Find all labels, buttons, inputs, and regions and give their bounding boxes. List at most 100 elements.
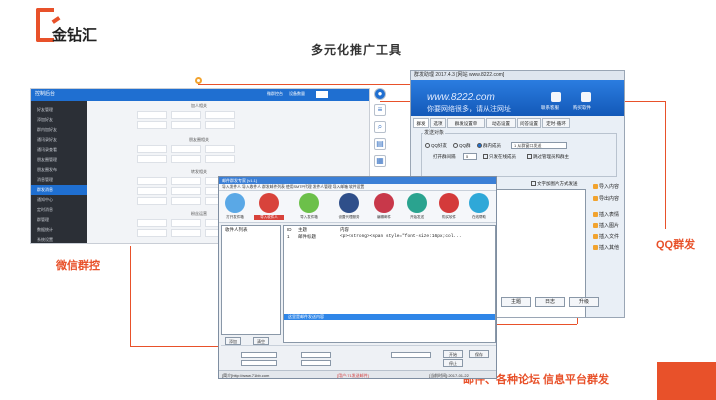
sidebar-item[interactable]: 系统设置 xyxy=(31,235,87,243)
top-link[interactable]: 微群控台 xyxy=(267,91,283,97)
login-button[interactable] xyxy=(316,91,328,98)
clear-button[interactable]: 清空 xyxy=(253,337,269,345)
feature-cell[interactable] xyxy=(171,145,201,153)
row-content[interactable]: <p><strong><span style="font-size:16px;c… xyxy=(340,234,462,239)
add-button[interactable]: 添加 xyxy=(225,337,241,345)
interval-input[interactable]: 5 xyxy=(463,153,477,160)
service-label[interactable]: 联系客服 xyxy=(541,105,559,111)
insert-file-button[interactable]: 插入文件 xyxy=(593,233,619,240)
feature-cell[interactable] xyxy=(171,187,201,195)
cart-icon[interactable] xyxy=(439,193,459,213)
insert-other-button[interactable]: 插入其他 xyxy=(593,244,619,251)
tab-dynamic[interactable]: 动态设置 xyxy=(486,118,516,128)
check-skip-admin[interactable]: 跳过管理员和群主 xyxy=(527,154,569,160)
menu-bar[interactable]: 导入发件人 导入收件人 群发邮件列表 使用SMTP代理 发件人管理 导入邮箱 软… xyxy=(219,184,496,191)
save-button[interactable]: 保存 xyxy=(469,350,489,358)
sidebar-item[interactable]: 群管理 xyxy=(31,215,87,225)
feature-cell[interactable] xyxy=(137,111,167,119)
radio-qq-friend[interactable]: QQ好友 xyxy=(425,143,447,149)
radio-qq-group[interactable]: QQ群 xyxy=(453,143,471,149)
sidebar-item[interactable]: 通知中心 xyxy=(31,195,87,205)
tab-options[interactable]: 选项 xyxy=(430,118,446,128)
feature-cell[interactable] xyxy=(137,155,167,163)
insert-emoji-button[interactable]: 插入表情 xyxy=(593,211,619,218)
sidebar-item[interactable]: 群内加好友 xyxy=(31,125,87,135)
feature-cell[interactable] xyxy=(205,155,235,163)
tab-settings[interactable]: 群发设置单 xyxy=(447,118,485,128)
feature-cell[interactable] xyxy=(171,121,201,129)
send-icon[interactable] xyxy=(407,193,427,213)
connector-line xyxy=(198,84,412,85)
recipient-list[interactable]: 收件人列表 xyxy=(221,225,281,335)
edit-mail-icon[interactable] xyxy=(374,193,394,213)
row-id[interactable]: 1 xyxy=(287,234,290,239)
feature-cell[interactable] xyxy=(137,145,167,153)
search-icon[interactable]: ⌕ xyxy=(374,121,386,133)
top-link[interactable]: 设备数量 xyxy=(289,91,305,97)
feature-cell[interactable] xyxy=(205,145,235,153)
export-content-button[interactable]: 导出内容 xyxy=(593,195,619,202)
setting-input[interactable] xyxy=(241,352,277,358)
proxy-icon[interactable] xyxy=(339,193,359,213)
feature-cell[interactable] xyxy=(137,229,167,237)
radio-group-member[interactable]: 群内成员 xyxy=(477,143,501,149)
feature-cell[interactable] xyxy=(137,187,167,195)
stop-button[interactable]: 停止 xyxy=(443,359,463,367)
setting-input[interactable] xyxy=(301,360,331,366)
sidebar-item[interactable]: 添加好友 xyxy=(31,115,87,125)
feature-cell[interactable] xyxy=(171,177,201,185)
check-online-only[interactable]: 只发在线成员 xyxy=(483,154,516,160)
sidebar-item[interactable]: 朋友圈发布 xyxy=(31,165,87,175)
feature-cell[interactable] xyxy=(171,197,201,205)
doc-icon[interactable]: ▤ xyxy=(374,138,386,150)
feature-cell[interactable] xyxy=(137,121,167,129)
sidebar-item[interactable]: 通讯录好友 xyxy=(31,135,87,145)
sidebar-item[interactable]: 群发消息 xyxy=(31,185,87,195)
buy-label[interactable]: 购买软件 xyxy=(573,105,591,111)
feature-cell[interactable] xyxy=(137,177,167,185)
feature-cell[interactable] xyxy=(205,121,235,129)
check-image-mode[interactable]: 文字加图片方式发送 xyxy=(531,181,578,187)
sidebar-item[interactable]: 通讯录查看 xyxy=(31,145,87,155)
import-sender-icon[interactable] xyxy=(299,193,319,213)
tab-send[interactable]: 群发 xyxy=(413,118,429,128)
sidebar-item[interactable]: 定时消息 xyxy=(31,205,87,215)
chat-icon[interactable]: ● xyxy=(374,88,386,100)
mailbox-icon[interactable] xyxy=(225,193,245,213)
tab-timer[interactable]: 定时·循环 xyxy=(542,118,570,128)
help-icon[interactable] xyxy=(469,193,489,213)
log-button[interactable]: 日志 xyxy=(535,297,565,307)
service-icon[interactable] xyxy=(551,92,561,102)
feature-cell[interactable] xyxy=(171,229,201,237)
tab-qa[interactable]: 问答设置 xyxy=(517,118,541,128)
selected-row[interactable]: 这里是邮件发送内容 xyxy=(284,314,495,320)
sidebar-item[interactable]: 朋友圈管理 xyxy=(31,155,87,165)
cart-icon[interactable] xyxy=(581,92,591,102)
feature-cell[interactable] xyxy=(171,219,201,227)
banner-slogan: 你要网络很多，请从注网址 xyxy=(427,106,511,113)
sidebar-item[interactable]: 消息管理 xyxy=(31,175,87,185)
feature-cell[interactable] xyxy=(171,111,201,119)
toolbar: 打开发件箱 导入收件人 导入发件箱 设置代理服务 编辑邮件 开始发送 购买软件 … xyxy=(219,191,496,223)
recipient-list-header: 收件人列表 xyxy=(225,227,248,232)
feature-cell[interactable] xyxy=(205,111,235,119)
import-recipient-icon[interactable] xyxy=(259,193,279,213)
theme-button[interactable]: 主题 xyxy=(501,297,531,307)
import-content-button[interactable]: 导入内容 xyxy=(593,183,619,190)
upgrade-button[interactable]: 升级 xyxy=(569,297,599,307)
layers-icon[interactable]: ≡ xyxy=(374,104,386,116)
send-mode-select[interactable]: 1 从群窗口发送 xyxy=(511,142,567,149)
feature-cell[interactable] xyxy=(171,155,201,163)
row-subject[interactable]: 邮件标题 xyxy=(298,234,316,240)
setting-input[interactable] xyxy=(301,352,331,358)
feature-cell[interactable] xyxy=(137,197,167,205)
setting-input[interactable] xyxy=(241,360,277,366)
insert-image-button[interactable]: 插入图片 xyxy=(593,222,619,229)
mail-table[interactable]: ID 主题 内容 1 邮件标题 <p><strong><span style="… xyxy=(283,225,496,343)
feature-cell[interactable] xyxy=(137,219,167,227)
platform-select[interactable] xyxy=(391,352,431,358)
sidebar-item[interactable]: 好友管理 xyxy=(31,105,87,115)
grid-icon[interactable]: ▦ xyxy=(374,155,386,167)
sidebar-item[interactable]: 数据统计 xyxy=(31,225,87,235)
start-button[interactable]: 开始 xyxy=(443,350,463,358)
